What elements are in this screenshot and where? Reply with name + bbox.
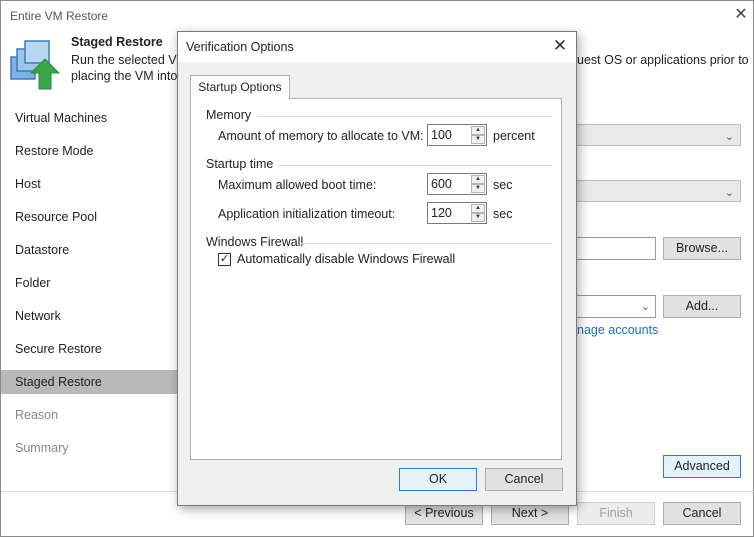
sidebar-item-folder[interactable]: Folder [1, 271, 179, 295]
boot-time-stepper[interactable]: 600 ▲ ▼ [427, 173, 487, 195]
memory-group-divider [257, 116, 552, 117]
sidebar-item-reason: Reason [15, 408, 59, 422]
boot-time-unit: sec [493, 178, 513, 192]
chevron-down-icon: ⌄ [724, 187, 734, 199]
spin-up-icon[interactable]: ▲ [471, 126, 485, 135]
browse-button[interactable]: Browse... [663, 237, 741, 260]
app-timeout-stepper[interactable]: 120 ▲ ▼ [427, 202, 487, 224]
app-timeout-value: 120 [431, 206, 452, 220]
close-icon[interactable]: ✕ [731, 5, 751, 25]
memory-amount-stepper[interactable]: 100 ▲ ▼ [427, 124, 487, 146]
disable-firewall-checkbox[interactable]: ✓ [218, 253, 231, 266]
cancel-button[interactable]: Cancel [663, 502, 741, 525]
app-timeout-label: Application initialization timeout: [218, 207, 396, 221]
chevron-down-icon: ⌄ [724, 131, 734, 143]
close-icon[interactable]: ✕ [550, 36, 570, 56]
manage-accounts-link[interactable]: nage accounts [577, 323, 658, 337]
sidebar-item-network[interactable]: Network [1, 304, 179, 328]
advanced-button[interactable]: Advanced [663, 455, 741, 478]
sidebar-item-staged-restore[interactable]: Staged Restore [1, 370, 179, 394]
add-button[interactable]: Add... [663, 295, 741, 318]
sidebar-item-secure-restore[interactable]: Secure Restore [1, 337, 179, 361]
sidebar-item-restore-mode[interactable]: Restore Mode [1, 139, 179, 163]
header-description-line-1: Run the selected VM [71, 53, 188, 67]
header-description-right: uest OS or applications prior to [577, 53, 749, 67]
spin-down-icon[interactable]: ▼ [471, 184, 485, 193]
dialog-title: Verification Options [186, 40, 294, 54]
memory-group-label: Memory [206, 108, 252, 122]
disable-firewall-label[interactable]: Automatically disable Windows Firewall [237, 252, 455, 266]
verification-options-dialog: Verification Options ✕ Startup Options M… [177, 31, 577, 506]
spin-down-icon[interactable]: ▼ [471, 135, 485, 144]
memory-amount-value: 100 [431, 128, 452, 142]
vm-combo-2[interactable]: ⌄ [561, 180, 741, 202]
sidebar-item-resource-pool[interactable]: Resource Pool [1, 205, 179, 229]
window-title: Entire VM Restore [10, 9, 109, 23]
dialog-cancel-button[interactable]: Cancel [485, 468, 563, 491]
firewall-group-label: Windows Firewall [206, 235, 304, 249]
spin-up-icon[interactable]: ▲ [471, 175, 485, 184]
finish-button: Finish [577, 502, 655, 525]
tab-startup-options[interactable]: Startup Options [190, 75, 290, 99]
app-timeout-unit: sec [493, 207, 513, 221]
dialog-titlebar[interactable]: Verification Options ✕ [178, 32, 576, 62]
wizard-steps-sidebar: Virtual Machines Restore Mode Host Resou… [1, 101, 179, 491]
ok-button[interactable]: OK [399, 468, 477, 491]
sidebar-item-virtual-machines[interactable]: Virtual Machines [1, 106, 179, 130]
spin-down-icon[interactable]: ▼ [471, 213, 485, 222]
staged-restore-icon [9, 35, 63, 91]
header-title: Staged Restore [71, 35, 163, 49]
sidebar-item-summary: Summary [15, 441, 69, 455]
memory-unit: percent [493, 129, 535, 143]
boot-time-label: Maximum allowed boot time: [218, 178, 377, 192]
sidebar-item-datastore[interactable]: Datastore [1, 238, 179, 262]
firewall-group-divider [301, 243, 552, 244]
startup-options-panel: Memory Amount of memory to allocate to V… [190, 98, 562, 460]
spin-up-icon[interactable]: ▲ [471, 204, 485, 213]
sidebar-item-host[interactable]: Host [1, 172, 179, 196]
chevron-down-icon: ⌄ [640, 301, 650, 313]
boot-time-value: 600 [431, 177, 452, 191]
memory-amount-label: Amount of memory to allocate to VM: [218, 129, 424, 143]
header-description-line-2: placing the VM into [71, 69, 178, 83]
checkmark-icon: ✓ [219, 253, 230, 265]
startup-time-group-label: Startup time [206, 157, 274, 171]
startup-time-group-divider [279, 165, 552, 166]
vm-combo-1[interactable]: ⌄ [561, 124, 741, 146]
